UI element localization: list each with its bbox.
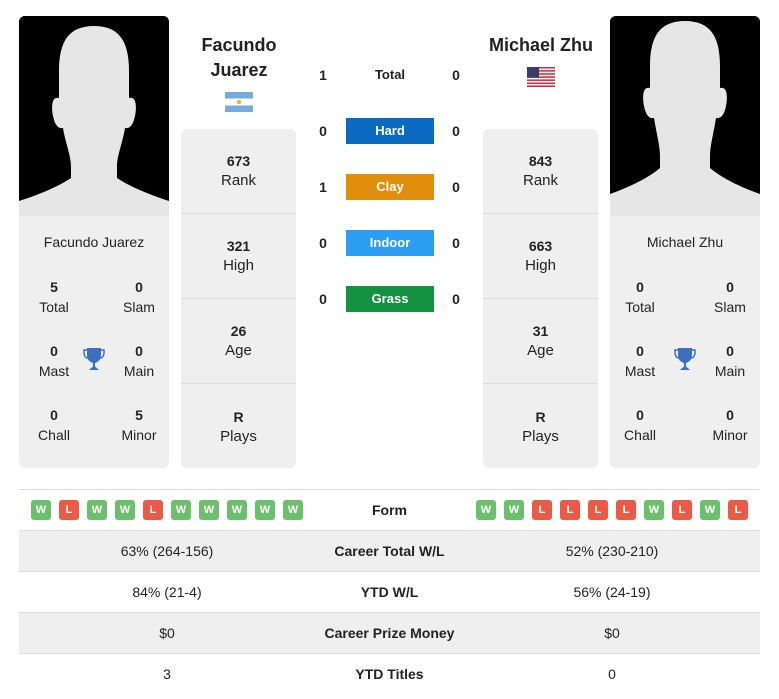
player1-value: $0 bbox=[159, 625, 175, 641]
titles-chall: 0 Chall bbox=[38, 407, 70, 443]
titles-main: 0 Main bbox=[714, 343, 746, 379]
row-label: Career Total W/L bbox=[334, 543, 445, 559]
player1-form: WLWWLWWWWW bbox=[19, 500, 315, 520]
player2-form: WWLLLLWLWL bbox=[464, 500, 760, 520]
form-win-badge[interactable]: W bbox=[87, 500, 107, 520]
table-row: 63% (264-156) Career Total W/L 52% (230-… bbox=[19, 530, 760, 571]
form-win-badge[interactable]: W bbox=[700, 500, 720, 520]
silhouette-icon bbox=[610, 16, 760, 216]
row-label: Career Prize Money bbox=[324, 625, 455, 641]
h2h-p1-value: 1 bbox=[319, 67, 327, 83]
titles-chall: 0 Chall bbox=[624, 407, 656, 443]
player2-full-name: Michael Zhu bbox=[646, 234, 724, 250]
form-win-badge[interactable]: W bbox=[199, 500, 219, 520]
age-cell: 31 Age bbox=[483, 299, 598, 384]
form-loss-badge[interactable]: L bbox=[143, 500, 163, 520]
row-label: YTD W/L bbox=[360, 584, 419, 600]
titles-total: 0 Total bbox=[625, 279, 655, 315]
player1-value: 63% (264-156) bbox=[120, 543, 214, 559]
table-row: 84% (21-4) YTD W/L 56% (24-19) bbox=[19, 571, 760, 612]
surface-indoor-button[interactable]: Indoor bbox=[346, 230, 434, 256]
h2h-p1-value: 0 bbox=[319, 291, 327, 307]
h2h-grass-row: 0 Grass 0 bbox=[310, 286, 470, 312]
h2h-p2-value: 0 bbox=[452, 235, 460, 251]
h2h-p2-value: 0 bbox=[452, 179, 460, 195]
h2h-p2-value: 0 bbox=[452, 67, 460, 83]
form-label: Form bbox=[372, 502, 407, 518]
player2-value: $0 bbox=[604, 625, 620, 641]
form-win-badge[interactable]: W bbox=[171, 500, 191, 520]
form-loss-badge[interactable]: L bbox=[560, 500, 580, 520]
form-loss-badge[interactable]: L bbox=[616, 500, 636, 520]
titles-mast: 0 Mast bbox=[624, 343, 656, 379]
row-label: YTD Titles bbox=[355, 666, 424, 682]
player2-value: 56% (24-19) bbox=[573, 584, 651, 600]
h2h-p2-value: 0 bbox=[452, 123, 460, 139]
form-win-badge[interactable]: W bbox=[476, 500, 496, 520]
player1-full-name: Facundo Juarez bbox=[43, 234, 145, 250]
titles-mast: 0 Mast bbox=[38, 343, 70, 379]
age-cell: 26 Age bbox=[181, 299, 296, 384]
player1-value: 84% (21-4) bbox=[132, 584, 202, 600]
h2h-hard-row: 0 Hard 0 bbox=[310, 118, 470, 144]
player2-value: 0 bbox=[608, 666, 616, 682]
h2h-total-label: Total bbox=[374, 67, 406, 82]
player2-photo bbox=[610, 16, 760, 216]
form-win-badge[interactable]: W bbox=[283, 500, 303, 520]
titles-slam: 0 Slam bbox=[123, 279, 155, 315]
form-loss-badge[interactable]: L bbox=[588, 500, 608, 520]
form-win-badge[interactable]: W bbox=[115, 500, 135, 520]
player2-titles-card: Michael Zhu 0 Total 0 Slam 0 Mast 0 Main… bbox=[610, 216, 760, 468]
rank-cell: 843 Rank bbox=[483, 129, 598, 214]
form-row: WLWWLWWWWW Form WWLLLLWLWL bbox=[19, 489, 760, 530]
h2h-indoor-row: 0 Indoor 0 bbox=[310, 230, 470, 256]
usa-flag-icon bbox=[527, 67, 555, 87]
player1-value: 3 bbox=[163, 666, 171, 682]
form-win-badge[interactable]: W bbox=[227, 500, 247, 520]
table-row: 3 YTD Titles 0 bbox=[19, 653, 760, 694]
player2-value: 52% (230-210) bbox=[565, 543, 659, 559]
player1-name[interactable]: Facundo Juarez bbox=[180, 33, 298, 83]
h2h-p1-value: 0 bbox=[319, 235, 327, 251]
h2h-p1-value: 1 bbox=[319, 179, 327, 195]
h2h-p2-value: 0 bbox=[452, 291, 460, 307]
high-cell: 321 High bbox=[181, 214, 296, 299]
argentina-flag-icon bbox=[225, 92, 253, 112]
titles-minor: 0 Minor bbox=[712, 407, 748, 443]
player1-rank-card: 673 Rank 321 High 26 Age R Plays bbox=[181, 129, 296, 468]
form-loss-badge[interactable]: L bbox=[672, 500, 692, 520]
rank-cell: 673 Rank bbox=[181, 129, 296, 214]
form-win-badge[interactable]: W bbox=[644, 500, 664, 520]
surface-hard-button[interactable]: Hard bbox=[346, 118, 434, 144]
plays-cell: R Plays bbox=[220, 408, 257, 445]
surface-clay-button[interactable]: Clay bbox=[346, 174, 434, 200]
table-row: $0 Career Prize Money $0 bbox=[19, 612, 760, 653]
silhouette-icon bbox=[19, 16, 169, 216]
player2-rank-card: 843 Rank 663 High 31 Age R Plays bbox=[483, 129, 598, 468]
form-loss-badge[interactable]: L bbox=[728, 500, 748, 520]
titles-minor: 5 Minor bbox=[121, 407, 157, 443]
form-win-badge[interactable]: W bbox=[255, 500, 275, 520]
h2h-clay-row: 1 Clay 0 bbox=[310, 174, 470, 200]
player1-photo bbox=[19, 16, 169, 216]
form-win-badge[interactable]: W bbox=[31, 500, 51, 520]
form-loss-badge[interactable]: L bbox=[59, 500, 79, 520]
player2-name[interactable]: Michael Zhu bbox=[482, 33, 600, 58]
h2h-total-row: 1 Total 0 bbox=[310, 62, 470, 88]
surface-grass-button[interactable]: Grass bbox=[346, 286, 434, 312]
high-cell: 663 High bbox=[483, 214, 598, 299]
form-loss-badge[interactable]: L bbox=[532, 500, 552, 520]
form-win-badge[interactable]: W bbox=[504, 500, 524, 520]
player1-titles-card: Facundo Juarez 5 Total 0 Slam 0 Mast 0 M… bbox=[19, 216, 169, 468]
titles-slam: 0 Slam bbox=[714, 279, 746, 315]
h2h-p1-value: 0 bbox=[319, 123, 327, 139]
stats-table: WLWWLWWWWW Form WWLLLLWLWL 63% (264-156)… bbox=[19, 489, 760, 694]
plays-cell: R Plays bbox=[522, 408, 559, 445]
titles-total: 5 Total bbox=[39, 279, 69, 315]
titles-main: 0 Main bbox=[123, 343, 155, 379]
